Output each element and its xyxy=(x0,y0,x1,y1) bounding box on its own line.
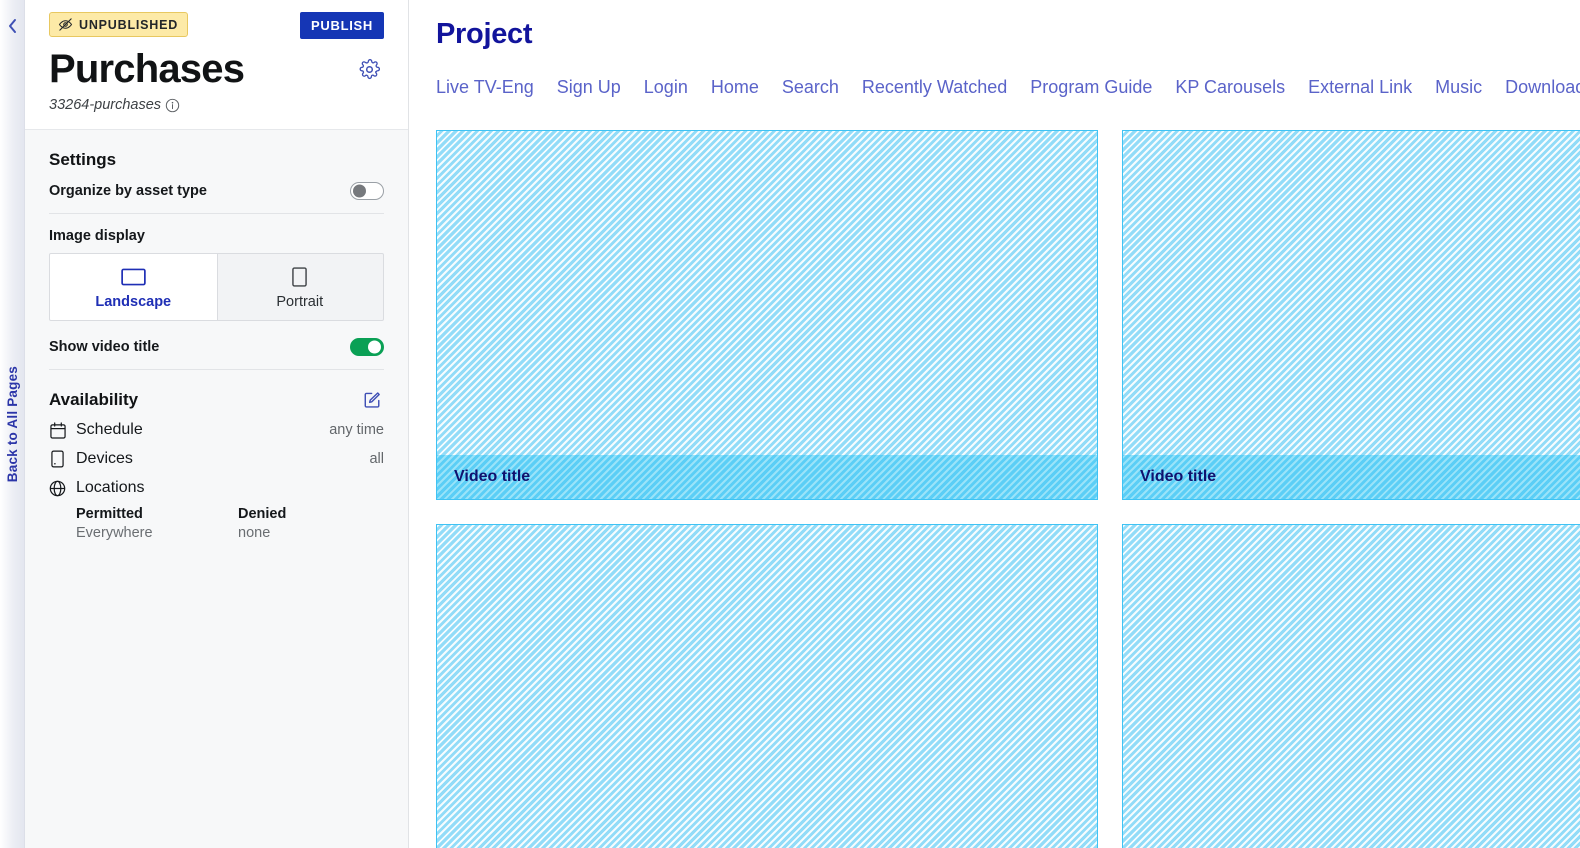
globe-icon xyxy=(49,480,66,497)
video-card[interactable] xyxy=(436,524,1098,848)
nav-item-home[interactable]: Home xyxy=(711,77,759,98)
availability-row-devices: Devices all xyxy=(49,444,384,473)
eye-off-icon xyxy=(58,17,73,32)
collapsed-rail: Back to All Pages xyxy=(0,0,25,848)
show-video-title-toggle[interactable] xyxy=(350,338,384,356)
page-slug-row: 33264-purchases xyxy=(49,97,384,113)
video-card-title-bar: Video title xyxy=(437,455,1097,499)
organize-by-asset-type-toggle[interactable] xyxy=(350,182,384,200)
video-card-title-bar: Video title xyxy=(1123,455,1580,499)
locations-detail-grid: Permitted Denied Everywhere none xyxy=(49,506,384,541)
calendar-icon xyxy=(49,421,66,439)
locations-denied-header: Denied xyxy=(238,506,287,522)
image-display-option-portrait-label: Portrait xyxy=(276,294,324,310)
image-display-option-landscape[interactable]: Landscape xyxy=(50,254,217,320)
page-settings-sidebar: UNPUBLISHED PUBLISH Purchases 33264-purc… xyxy=(25,0,409,848)
nav-item-sign-up[interactable]: Sign Up xyxy=(557,77,621,98)
availability-row-schedule: Schedule any time xyxy=(49,415,384,444)
gear-icon[interactable] xyxy=(355,55,384,84)
availability-row-devices-label: Devices xyxy=(76,450,133,467)
info-icon[interactable] xyxy=(165,98,180,113)
image-display-segmented-control: Landscape Portrait xyxy=(49,253,384,321)
video-card[interactable]: Video title xyxy=(1122,130,1580,500)
sidebar-header-top-row: UNPUBLISHED PUBLISH xyxy=(49,12,384,39)
video-card-title: Video title xyxy=(454,468,531,485)
nav-item-kp-carousels[interactable]: KP Carousels xyxy=(1175,77,1285,98)
organize-by-asset-type-label: Organize by asset type xyxy=(49,183,207,199)
nav-item-search[interactable]: Search xyxy=(782,77,839,98)
landscape-rect-icon xyxy=(56,266,211,288)
image-display-option-landscape-label: Landscape xyxy=(95,294,172,310)
nav-item-downloads[interactable]: Downloads xyxy=(1505,77,1580,98)
back-to-all-pages-label: Back to All Pages xyxy=(5,365,20,483)
nav-item-live-tv-eng[interactable]: Live TV-Eng xyxy=(436,77,534,98)
image-display-section: Image display Landscape Portrait xyxy=(49,228,384,321)
availability-row-locations-label: Locations xyxy=(76,479,145,496)
settings-heading: Settings xyxy=(49,150,117,169)
toggle-knob xyxy=(368,340,381,354)
availability-row-devices-left: Devices xyxy=(49,450,133,468)
back-to-all-pages-link[interactable]: Back to All Pages xyxy=(0,0,25,848)
availability-header: Availability xyxy=(49,388,384,411)
nav-item-external-link[interactable]: External Link xyxy=(1308,77,1412,98)
locations-denied-value: none xyxy=(238,525,271,541)
availability-row-locations-left: Locations xyxy=(49,479,145,497)
toggle-knob xyxy=(353,184,366,198)
video-card[interactable] xyxy=(1122,524,1580,848)
show-video-title-label: Show video title xyxy=(49,339,160,355)
availability-row-schedule-left: Schedule xyxy=(49,421,143,439)
image-display-label: Image display xyxy=(49,228,145,244)
video-card[interactable]: Video title xyxy=(436,130,1098,500)
status-badge-label: UNPUBLISHED xyxy=(79,17,179,32)
portrait-rect-icon xyxy=(223,266,378,288)
app-root: Back to All Pages UNPUBLISHED PUBLISH Pu… xyxy=(0,0,1580,848)
nav-item-recently-watched[interactable]: Recently Watched xyxy=(862,77,1007,98)
sidebar-header: UNPUBLISHED PUBLISH Purchases 33264-purc… xyxy=(25,0,408,130)
availability-row-locations: Locations xyxy=(49,473,384,502)
page-slug: 33264-purchases xyxy=(49,97,162,113)
availability-heading: Availability xyxy=(49,389,139,409)
availability-row-schedule-label: Schedule xyxy=(76,421,143,438)
device-icon xyxy=(49,450,66,468)
locations-permitted-header: Permitted xyxy=(76,506,143,522)
nav-item-program-guide[interactable]: Program Guide xyxy=(1030,77,1152,98)
nav-item-music[interactable]: Music xyxy=(1435,77,1482,98)
video-card-title: Video title xyxy=(1140,468,1217,485)
status-badge: UNPUBLISHED xyxy=(49,12,189,37)
page-title-row: Purchases xyxy=(49,47,384,91)
organize-by-asset-type-row: Organize by asset type xyxy=(49,182,384,214)
image-display-option-portrait[interactable]: Portrait xyxy=(217,254,384,320)
preview-nav: Live TV-Eng Sign Up Login Home Search Re… xyxy=(436,77,1580,98)
publish-button[interactable]: PUBLISH xyxy=(300,12,384,39)
video-card-grid: Video title Video title xyxy=(436,130,1580,848)
nav-item-login[interactable]: Login xyxy=(644,77,688,98)
sidebar-settings-body: Settings Organize by asset type Image di… xyxy=(25,130,408,541)
availability-row-schedule-value: any time xyxy=(329,422,384,438)
availability-row-devices-value: all xyxy=(369,451,384,467)
project-title: Project xyxy=(436,18,533,50)
edit-square-icon[interactable] xyxy=(361,388,384,411)
locations-permitted-value: Everywhere xyxy=(76,525,153,541)
page-title: Purchases xyxy=(49,47,245,91)
show-video-title-row: Show video title xyxy=(49,338,384,370)
page-preview-canvas: Project Live TV-Eng Sign Up Login Home S… xyxy=(409,0,1580,848)
